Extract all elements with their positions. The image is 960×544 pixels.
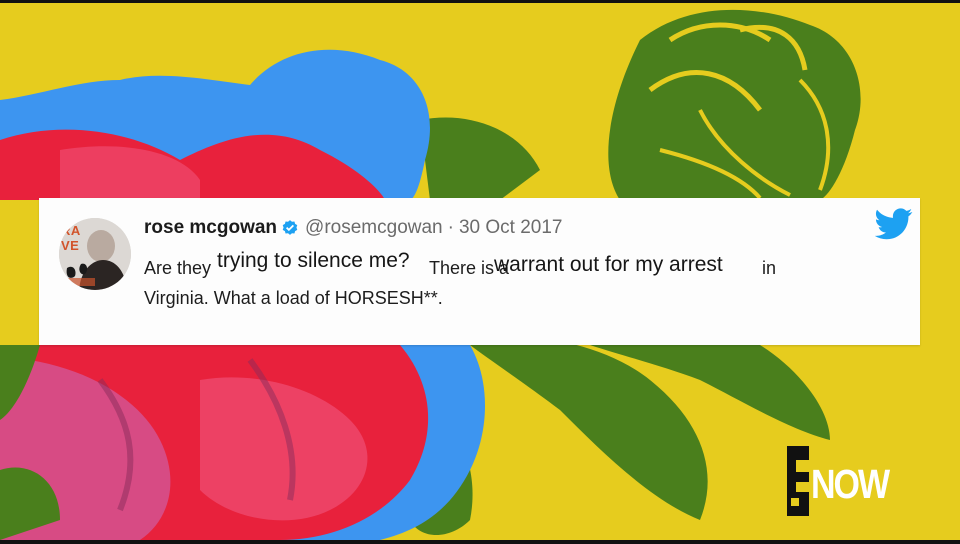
separator-dot: · xyxy=(447,217,454,238)
twitter-bird-icon xyxy=(875,208,913,240)
tweet-text-segment-2: trying to silence me? xyxy=(217,249,410,272)
tweet-text-segment-5: in xyxy=(762,258,777,278)
tweet-card: RA VE rose mcgowan @rosemcgowan · 30 Oct 20… xyxy=(39,198,920,345)
frame-top-border xyxy=(0,0,960,3)
avatar-overlay-line-2: VE xyxy=(61,238,80,253)
avatar: RA VE xyxy=(59,218,131,290)
tweet-text-segment-4: warrant out for my arrest xyxy=(494,253,723,276)
tweet-header: rose mcgowan @rosemcgowan · 30 Oct 2017 xyxy=(144,217,562,239)
tweet-text-line-2: Virginia. What a load of HORSESH**. xyxy=(144,288,443,308)
avatar-overlay-line-1: RA xyxy=(61,223,81,238)
tweet-date: 30 Oct 2017 xyxy=(458,217,563,238)
e-logo-icon xyxy=(787,446,809,516)
verified-badge-icon xyxy=(282,220,298,235)
avatar-overlay-text: RA VE xyxy=(61,223,81,253)
e-now-logo: NOW xyxy=(787,446,890,518)
video-frame: RA VE rose mcgowan @rosemcgowan · 30 Oct 20… xyxy=(0,0,960,544)
logo-now-text: NOW xyxy=(811,462,890,508)
tweet-text-segment-1: Are they xyxy=(144,258,212,278)
display-name: rose mcgowan xyxy=(144,217,278,238)
handle: @rosemcgowan xyxy=(305,217,443,238)
frame-bottom-border xyxy=(0,540,960,544)
